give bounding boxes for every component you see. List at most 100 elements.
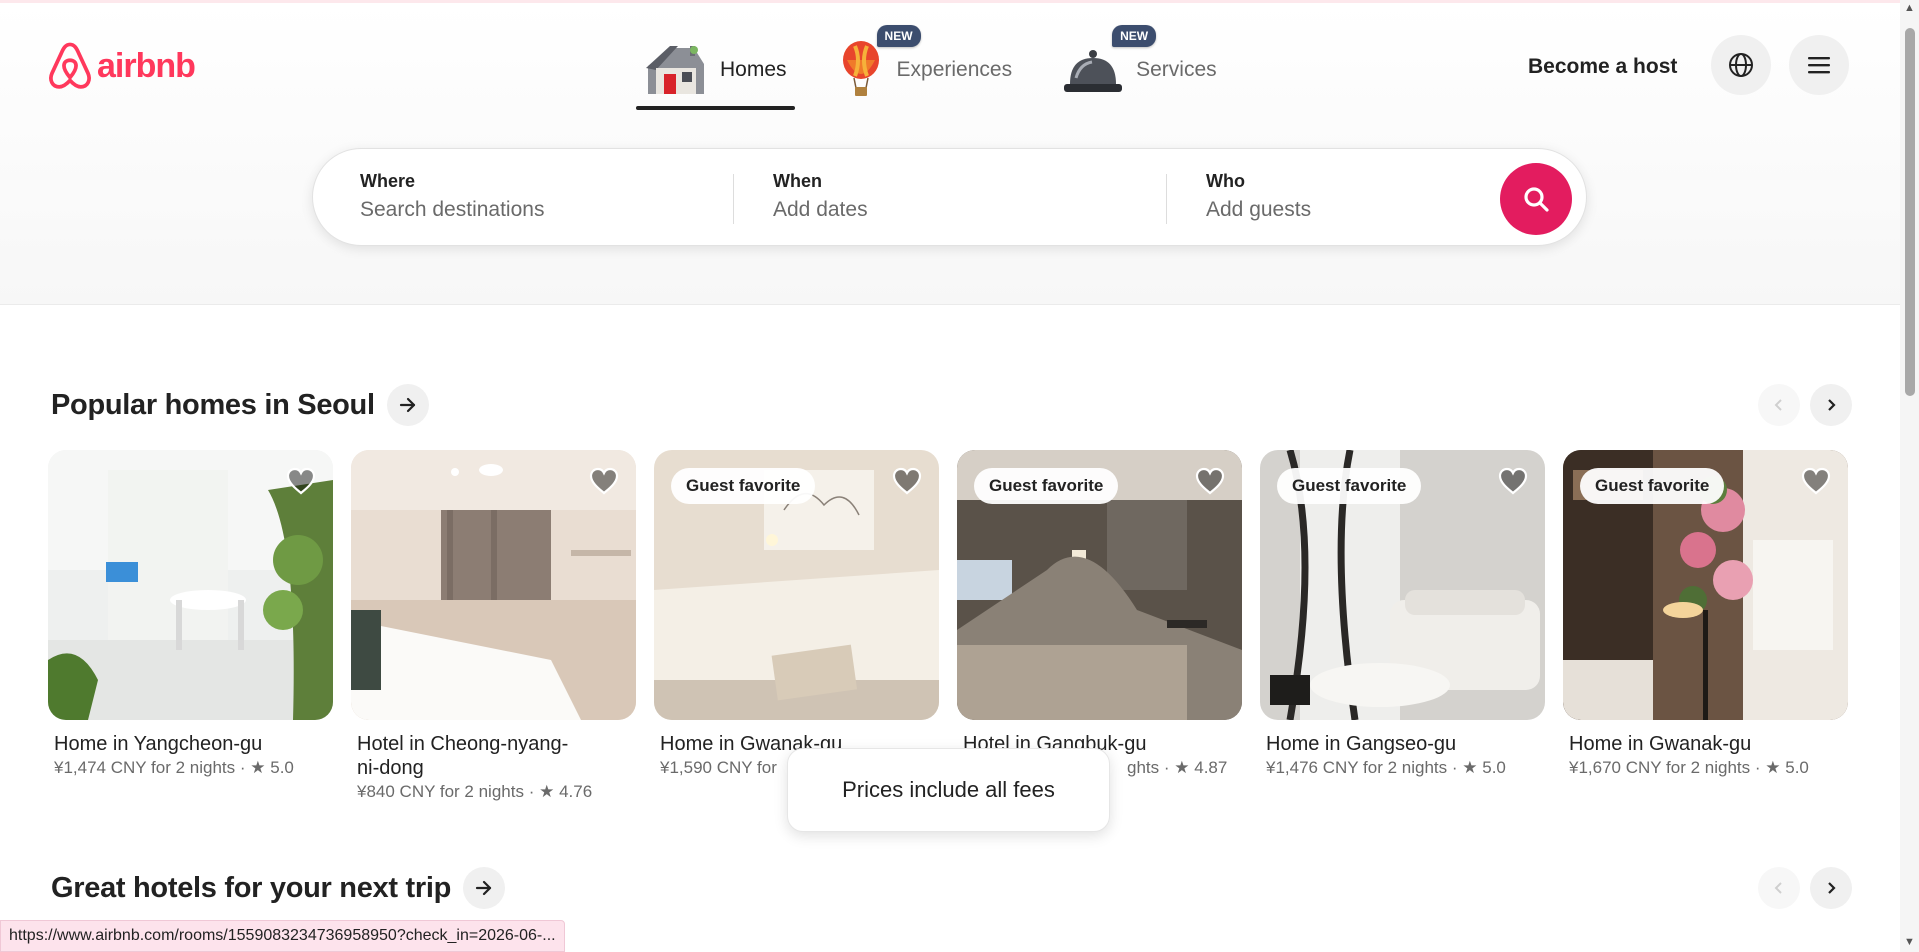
- search-icon: [1524, 187, 1549, 212]
- star-icon: ★: [539, 782, 555, 801]
- rating: 5.0: [270, 758, 294, 777]
- search-divider: [1166, 174, 1167, 224]
- listing-title: Home in Gwanak-gu: [1569, 733, 1752, 755]
- house-icon: [646, 46, 704, 94]
- price-text: ¥1,476 CNY for 2 nights: [1266, 758, 1448, 777]
- price-text: ¥840 CNY for 2 nights: [357, 782, 524, 801]
- service-bell-icon: [1064, 50, 1123, 92]
- search-bar: Where Search destinations When Add dates…: [312, 148, 1587, 246]
- heart-icon[interactable]: [891, 466, 923, 496]
- when-input[interactable]: Add dates: [773, 198, 868, 222]
- listing-card[interactable]: Guest favorite Home in Gwanak-gu ¥1,670 …: [1563, 450, 1848, 802]
- price-text: ¥1,590 CNY for: [660, 758, 777, 777]
- rating: 5.0: [1482, 758, 1506, 777]
- when-field[interactable]: When Add dates: [773, 171, 868, 222]
- price-text: ¥1,474 CNY for 2 nights: [54, 758, 236, 777]
- price-text: ghts: [1127, 758, 1160, 777]
- new-badge: NEW: [1112, 25, 1157, 47]
- where-input[interactable]: Search destinations: [360, 198, 544, 222]
- listing-card[interactable]: Hotel in Cheong-nyang-ni-dong ¥840 CNY f…: [351, 450, 636, 802]
- star-icon: ★: [1765, 758, 1781, 777]
- section-title[interactable]: Popular homes in Seoul: [51, 389, 375, 422]
- listing-photo[interactable]: Guest favorite: [1563, 450, 1848, 720]
- star-icon: ★: [1174, 758, 1190, 777]
- tab-homes-label: Homes: [720, 58, 787, 81]
- chevron-right-icon: [1828, 882, 1836, 894]
- tab-experiences-label: Experiences: [896, 58, 1013, 81]
- prices-include-fees-toast[interactable]: Prices include all fees: [787, 748, 1110, 832]
- listing-price: ¥1,670 CNY for 2 nights · ★ 5.0: [1569, 758, 1809, 777]
- section-title[interactable]: Great hotels for your next trip: [51, 872, 451, 905]
- chevron-right-icon: [1828, 399, 1836, 411]
- main-nav: Homes NEW Experiences NEW Services: [636, 25, 1263, 113]
- guest-favorite-badge: Guest favorite: [1277, 468, 1422, 504]
- search-button[interactable]: [1500, 163, 1572, 235]
- arrow-right-icon: [399, 397, 415, 413]
- page-scrollbar[interactable]: ▲ ▼: [1900, 0, 1919, 952]
- next-button[interactable]: [1810, 384, 1852, 426]
- guest-favorite-badge: Guest favorite: [671, 468, 816, 504]
- airbnb-logo[interactable]: airbnb: [47, 41, 196, 91]
- tab-services[interactable]: NEW Services: [1058, 25, 1221, 107]
- listing-photo[interactable]: Guest favorite: [1260, 450, 1545, 720]
- listing-title: Home in Yangcheon-gu: [54, 733, 263, 755]
- section-header-popular-homes: Popular homes in Seoul: [51, 384, 429, 426]
- chevron-left-icon: [1774, 882, 1782, 894]
- link-status-bar: https://www.airbnb.com/rooms/15590832347…: [0, 920, 565, 952]
- listing-price: ¥840 CNY for 2 nights · ★ 4.76: [357, 782, 593, 801]
- listing-price: ¥1,476 CNY for 2 nights · ★ 5.0: [1266, 758, 1506, 777]
- heart-icon[interactable]: [588, 466, 620, 496]
- chevron-left-icon: [1774, 399, 1782, 411]
- where-field[interactable]: Where Search destinations: [360, 171, 544, 222]
- heart-icon[interactable]: [1194, 466, 1226, 496]
- who-input[interactable]: Add guests: [1206, 198, 1311, 222]
- become-a-host-link[interactable]: Become a host: [1528, 55, 1677, 79]
- guest-favorite-badge: Guest favorite: [974, 468, 1119, 504]
- who-field[interactable]: Who Add guests: [1206, 171, 1311, 222]
- tab-homes[interactable]: Homes: [636, 33, 795, 110]
- carousel-pager: [1758, 867, 1852, 909]
- see-all-button[interactable]: [463, 867, 505, 909]
- rating: 5.0: [1785, 758, 1809, 777]
- search-divider: [733, 174, 734, 224]
- previous-button[interactable]: [1758, 867, 1800, 909]
- listing-card[interactable]: Guest favorite Home in Gangseo-gu ¥1,476…: [1260, 450, 1545, 802]
- heart-icon[interactable]: [1497, 466, 1529, 496]
- arrow-right-icon: [475, 880, 492, 896]
- listing-photo[interactable]: Guest favorite: [654, 450, 939, 720]
- guest-favorite-badge: Guest favorite: [1580, 468, 1725, 504]
- main-menu-button[interactable]: [1789, 35, 1849, 95]
- scrollbar-thumb[interactable]: [1905, 28, 1915, 396]
- scroll-down-icon[interactable]: ▼: [1904, 936, 1915, 948]
- globe-icon: [1729, 53, 1753, 77]
- rating: 4.87: [1194, 758, 1228, 777]
- heart-icon[interactable]: [1800, 466, 1832, 496]
- carousel-pager: [1758, 384, 1852, 426]
- header: airbnb Homes NEW Experiences NEW Service…: [0, 3, 1900, 305]
- previous-button[interactable]: [1758, 384, 1800, 426]
- tab-experiences[interactable]: NEW Experiences: [833, 25, 1017, 107]
- hamburger-menu-icon: [1808, 57, 1830, 74]
- heart-icon[interactable]: [285, 466, 317, 496]
- language-button[interactable]: [1711, 35, 1771, 95]
- listing-price: ¥1,474 CNY for 2 nights · ★ 5.0: [54, 758, 294, 777]
- brand-name: airbnb: [97, 46, 196, 85]
- listing-photo[interactable]: [48, 450, 333, 720]
- star-icon: ★: [1462, 758, 1478, 777]
- where-label: Where: [360, 171, 416, 191]
- next-button[interactable]: [1810, 867, 1852, 909]
- scroll-up-icon[interactable]: ▲: [1904, 2, 1915, 14]
- see-all-button[interactable]: [386, 384, 429, 426]
- tab-services-label: Services: [1136, 58, 1217, 81]
- new-badge: NEW: [876, 25, 921, 47]
- listing-title: Hotel in Cheong-nyang-ni-dong: [357, 733, 569, 779]
- who-label: Who: [1206, 171, 1245, 191]
- price-text: ¥1,670 CNY for 2 nights: [1569, 758, 1751, 777]
- star-icon: ★: [250, 758, 266, 777]
- listing-title: Home in Gangseo-gu: [1266, 733, 1457, 755]
- hot-air-balloon-icon: [842, 41, 879, 96]
- listing-card[interactable]: Home in Yangcheon-gu ¥1,474 CNY for 2 ni…: [48, 450, 333, 802]
- listing-photo[interactable]: Guest favorite: [957, 450, 1242, 720]
- listing-photo[interactable]: [351, 450, 636, 720]
- section-header-great-hotels: Great hotels for your next trip: [51, 867, 505, 909]
